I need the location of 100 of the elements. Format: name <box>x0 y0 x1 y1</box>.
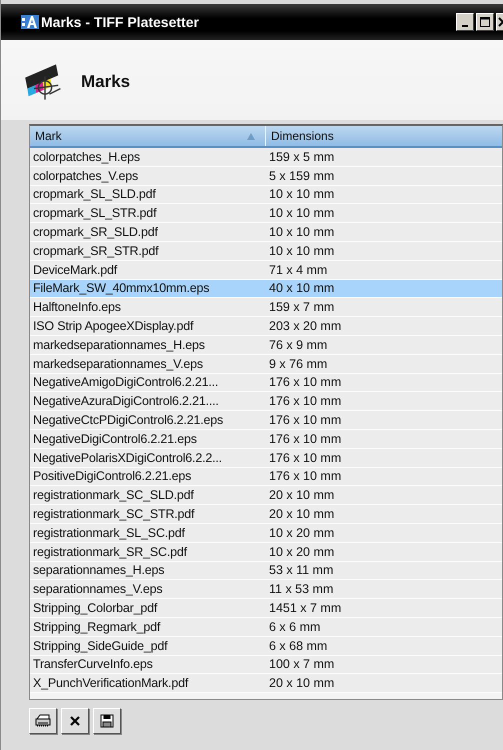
delete-button[interactable] <box>61 708 89 734</box>
table-cell-text: colorpatches_V.eps <box>32 168 140 183</box>
table-cell-text: 10 x 10 mm <box>268 187 334 202</box>
table-row[interactable]: registrationmark_SC_SLD.pdf 20 x 10 mm <box>30 486 502 506</box>
table-row[interactable]: separationnames_H.eps 53 x 11 mm <box>30 562 502 580</box>
table-cell-text: 10 x 10 mm <box>268 225 334 240</box>
maximize-icon <box>480 17 490 27</box>
table-row[interactable]: separationnames_V.eps 11 x 53 mm <box>30 580 502 600</box>
table-row[interactable]: Stripping_SideGuide_pdf 6 x 68 mm <box>30 636 502 656</box>
table-cell-text: 53 x 11 mm <box>268 563 334 578</box>
table-row[interactable]: DeviceMark.pdf 71 x 4 mm <box>30 260 502 280</box>
table-row[interactable]: registrationmark_SC_STR.pdf 20 x 10 mm <box>30 505 502 524</box>
table-cell-text: TransferCurveInfo.eps <box>32 657 154 672</box>
table-row[interactable]: Stripping_Regmark_pdf 6 x 6 mm <box>30 618 502 637</box>
table-cell-text: 5 x 159 mm <box>268 168 334 183</box>
table-cell-text: 1451 x 7 mm <box>268 601 342 616</box>
table-cell-text: registrationmark_SR_SC.pdf <box>32 544 188 559</box>
save-button[interactable] <box>93 708 121 734</box>
table-row[interactable]: cropmark_SL_STR.pdf 10 x 10 mm <box>30 204 502 224</box>
table-cell-text: 176 x 10 mm <box>268 432 342 446</box>
table-row[interactable]: markedseparationnames_H.eps 76 x 9 mm <box>30 336 502 355</box>
table-row[interactable]: FileMark_SW_40mmx10mm.eps 40 x 10 mm <box>30 280 502 298</box>
table-cell-text: NegativeAzuraDigiControl6.2.21.... <box>32 394 220 408</box>
table-row[interactable]: cropmark_SR_SLD.pdf 10 x 10 mm <box>30 223 502 242</box>
table-cell-text: 176 x 10 mm <box>268 413 342 428</box>
table-cell-text: cropmark_SR_STR.pdf <box>32 244 160 258</box>
table-row[interactable]: registrationmark_SL_SC.pdf 10 x 20 mm <box>30 524 502 543</box>
table-row[interactable]: PositiveDigiControl6.2.21.eps 176 x 10 mm <box>30 468 502 486</box>
printer-icon <box>35 714 51 728</box>
minimize-button[interactable] <box>456 13 474 31</box>
app-icon <box>21 15 39 29</box>
table-cell-text: NegativePolarisXDigiControl6.2.2... <box>32 450 223 465</box>
table-cell-text: registrationmark_SC_STR.pdf <box>32 507 196 522</box>
table-cell-text: 20 x 10 mm <box>268 507 334 522</box>
table-row[interactable]: registrationmark_SR_SC.pdf 10 x 20 mm <box>30 542 502 562</box>
table-cell-text: colorpatches_H.eps <box>32 150 141 164</box>
table-row[interactable]: Stripping_Colorbar_pdf 1451 x 7 mm <box>30 599 502 618</box>
table-cell-text: registrationmark_SL_SC.pdf <box>32 526 186 540</box>
table-cell-text: 159 x 7 mm <box>268 300 334 314</box>
table-cell-text: cropmark_SR_SLD.pdf <box>32 225 159 240</box>
table-row[interactable]: TransferCurveInfo.eps 100 x 7 mm <box>30 656 502 674</box>
table-cell-text: Stripping_Regmark_pdf <box>32 620 162 634</box>
table-row[interactable]: colorpatches_H.eps 159 x 5 mm <box>30 148 502 167</box>
table-cell-text: 176 x 10 mm <box>268 375 342 390</box>
table-cell-text: markedseparationnames_V.eps <box>32 356 204 371</box>
table-cell-text: registrationmark_SC_SLD.pdf <box>32 488 195 502</box>
table-cell-text: 100 x 7 mm <box>268 657 334 672</box>
table-cell-text: cropmark_SL_STR.pdf <box>32 206 158 220</box>
column-header[interactable]: Dimensions <box>266 126 334 146</box>
table-cell-text: 176 x 10 mm <box>268 450 342 465</box>
table-cell-text: Stripping_SideGuide_pdf <box>32 638 169 653</box>
table-cell-text: 6 x 6 mm <box>268 620 320 634</box>
table-row[interactable]: HalftoneInfo.eps 159 x 7 mm <box>30 298 502 318</box>
table-cell-text: X_PunchVerificationMark.pdf <box>32 676 190 690</box>
maximize-button[interactable] <box>476 13 494 31</box>
table-cell-text: 159 x 5 mm <box>268 150 334 164</box>
table-row[interactable]: NegativeDigiControl6.2.21.eps 176 x 10 mm <box>30 430 502 449</box>
table-row[interactable]: markedseparationnames_V.eps 9 x 76 mm <box>30 354 502 374</box>
table-cell-text: PositiveDigiControl6.2.21.eps <box>32 469 192 484</box>
table-cell-text: HalftoneInfo.eps <box>32 300 122 314</box>
table-cell-text: 9 x 76 mm <box>268 356 328 371</box>
table-cell-text: ISO Strip ApogeeXDisplay.pdf <box>32 319 194 334</box>
minimize-icon <box>462 25 468 27</box>
table-cell-text: 10 x 10 mm <box>268 206 334 220</box>
table-row[interactable]: colorpatches_V.eps 5 x 159 mm <box>30 166 502 186</box>
column-header[interactable]: Mark <box>30 126 266 146</box>
table-cell-text: 10 x 20 mm <box>268 544 334 559</box>
import-button[interactable] <box>29 708 57 734</box>
table-row[interactable]: NegativeCtcPDigiControl6.2.21.eps 176 x 10 mm <box>30 411 502 430</box>
table-row[interactable]: NegativePolarisXDigiControl6.2.2... 176 x 10 mm <box>30 448 502 468</box>
close-button[interactable] <box>496 13 503 31</box>
table-cell-text: DeviceMark.pdf <box>32 262 118 277</box>
table-cell-text: NegativeDigiControl6.2.21.eps <box>32 432 198 446</box>
table-cell-text: markedseparationnames_H.eps <box>32 338 206 352</box>
table-row[interactable]: X_PunchVerificationMark.pdf 20 x 10 mm <box>30 674 502 694</box>
table-cell-text: 71 x 4 mm <box>268 262 328 277</box>
table-row[interactable]: NegativeAzuraDigiControl6.2.21.... 176 x 10 mm <box>30 392 502 412</box>
table-cell-text: 10 x 10 mm <box>268 244 334 258</box>
window-title: Marks - TIFF Platesetter <box>41 14 200 30</box>
save-icon <box>100 714 114 728</box>
table-cell-text: separationnames_V.eps <box>32 582 164 596</box>
table-cell-text: 203 x 20 mm <box>268 319 342 334</box>
table-row[interactable]: ISO Strip ApogeeXDisplay.pdf 203 x 20 mm <box>30 317 502 336</box>
dialog-heading: Marks <box>81 72 130 92</box>
table-cell-text: 76 x 9 mm <box>268 338 328 352</box>
table-cell-text: 6 x 68 mm <box>268 638 328 653</box>
table-row[interactable]: cropmark_SL_SLD.pdf 10 x 10 mm <box>30 186 502 204</box>
table-cell-text: 20 x 10 mm <box>268 676 334 690</box>
table-cell-text: 20 x 10 mm <box>268 488 334 502</box>
table-cell-text: 11 x 53 mm <box>268 582 334 596</box>
table-cell-text: Stripping_Colorbar_pdf <box>32 601 158 616</box>
table-row[interactable]: cropmark_SR_STR.pdf 10 x 10 mm <box>30 242 502 261</box>
table-cell-text: separationnames_H.eps <box>32 563 166 578</box>
table-cell-text: NegativeCtcPDigiControl6.2.21.eps <box>32 413 224 428</box>
table-cell-text: 10 x 20 mm <box>268 526 334 540</box>
table-cell-text: 176 x 10 mm <box>268 469 342 484</box>
table-cell-text: 40 x 10 mm <box>268 281 334 296</box>
table-cell-text: cropmark_SL_SLD.pdf <box>32 187 157 202</box>
table-cell-text: FileMark_SW_40mmx10mm.eps <box>32 281 210 296</box>
table-row[interactable]: NegativeAmigoDigiControl6.2.21... 176 x 10 mm <box>30 374 502 392</box>
